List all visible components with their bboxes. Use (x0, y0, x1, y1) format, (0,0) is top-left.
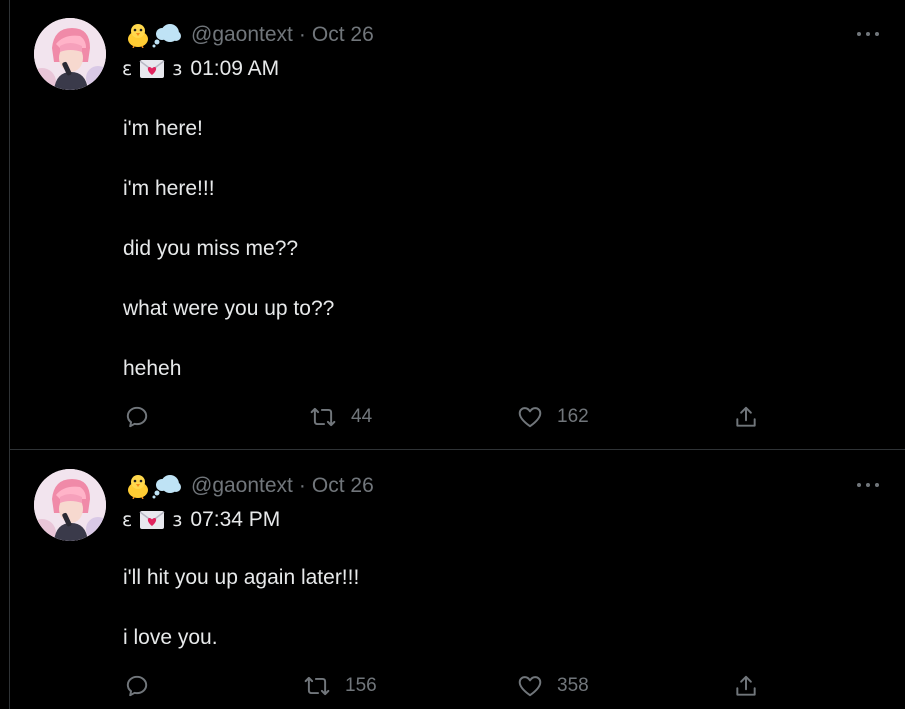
tweet-text-line: i'm here! (123, 117, 203, 140)
username-handle[interactable]: @gaontext (191, 23, 293, 47)
display-name-emoji[interactable] (124, 22, 182, 48)
tweet-text-line: i love you. (123, 626, 218, 649)
retweet-button[interactable]: 156 (303, 673, 377, 699)
tweet-text-line: what were you up to?? (123, 297, 335, 320)
reply-icon (126, 406, 148, 428)
reply-icon (126, 675, 148, 697)
love-letter-icon (139, 511, 165, 529)
share-button[interactable] (733, 404, 759, 430)
timeline: @gaontext · Oct 26 ɛ ɜ 01:09 AM i'm here… (0, 0, 905, 709)
retweet-icon (304, 676, 330, 696)
dot (866, 32, 870, 36)
share-icon (736, 406, 756, 427)
dot (866, 483, 870, 487)
tweet[interactable]: @gaontext · Oct 26 ɛ ɜ 01:09 AM i'm here… (10, 0, 905, 450)
thought-bubble-icon (152, 475, 181, 499)
name-right-char: ɜ (172, 509, 183, 531)
like-count: 358 (557, 675, 589, 696)
tweet-date[interactable]: Oct 26 (312, 474, 374, 498)
more-options-button[interactable] (857, 26, 879, 42)
reply-button[interactable] (124, 673, 164, 699)
retweet-count: 156 (345, 675, 377, 696)
dot (857, 32, 861, 36)
thought-bubble-icon (152, 24, 181, 48)
name-left-char: ɛ (122, 58, 133, 80)
avatar[interactable] (34, 469, 106, 541)
heart-icon (518, 676, 542, 697)
avatar[interactable] (34, 18, 106, 90)
name-right-char: ɜ (172, 58, 183, 80)
name-left-char: ɛ (122, 509, 133, 531)
name-line: ɛ ɜ 01:09 AM (122, 55, 279, 83)
love-letter-icon (139, 60, 165, 78)
display-name-emoji[interactable] (124, 473, 182, 499)
more-options-button[interactable] (857, 477, 879, 493)
chick-icon (128, 475, 148, 499)
username-handle[interactable]: @gaontext (191, 474, 293, 498)
retweet-count: 44 (351, 406, 373, 427)
tweet-text-line: i'll hit you up again later!!! (123, 566, 360, 589)
separator-dot: · (298, 23, 306, 46)
time-text: 07:34 PM (190, 508, 281, 531)
tweet-text-line: i'm here!!! (123, 177, 215, 200)
share-icon (736, 675, 756, 696)
time-text: 01:09 AM (190, 57, 280, 80)
like-button[interactable]: 162 (517, 404, 589, 430)
like-button[interactable]: 358 (517, 673, 589, 699)
dot (857, 483, 861, 487)
heart-icon (518, 407, 542, 428)
tweet-text-line: did you miss me?? (123, 237, 299, 260)
separator-dot: · (298, 474, 306, 497)
tweet[interactable]: @gaontext · Oct 26 ɛ ɜ 07:34 PM i'll hit… (10, 451, 905, 709)
retweet-button[interactable]: 44 (309, 404, 372, 430)
tweet-date[interactable]: Oct 26 (312, 23, 374, 47)
name-line: ɛ ɜ 07:34 PM (122, 506, 280, 534)
dot (875, 32, 879, 36)
tweet-text-line: heheh (123, 357, 182, 380)
tweet-header: @gaontext · Oct 26 (124, 22, 374, 48)
retweet-icon (310, 407, 336, 427)
like-count: 162 (557, 406, 589, 427)
reply-button[interactable] (124, 404, 164, 430)
dot (875, 483, 879, 487)
tweet-header: @gaontext · Oct 26 (124, 473, 374, 499)
share-button[interactable] (733, 673, 759, 699)
chick-icon (128, 24, 148, 48)
